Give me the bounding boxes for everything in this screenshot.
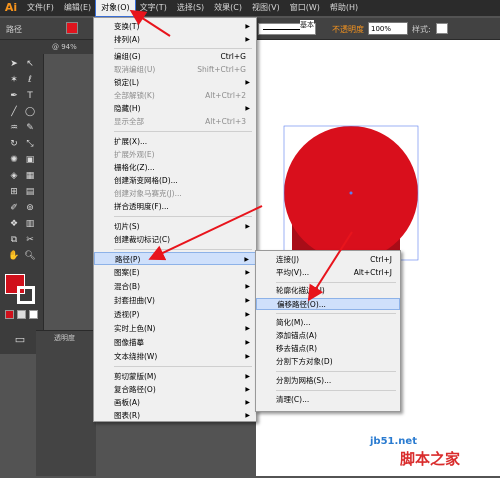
arrow-to-path-item [148,205,263,261]
annotation-arrows [129,9,353,302]
arrow-to-object-menu [129,9,171,37]
arrow-to-offset-path [307,231,353,302]
watermark-url: jb51.net [370,436,417,447]
watermark-logo-text: 脚本之家 [400,450,461,468]
